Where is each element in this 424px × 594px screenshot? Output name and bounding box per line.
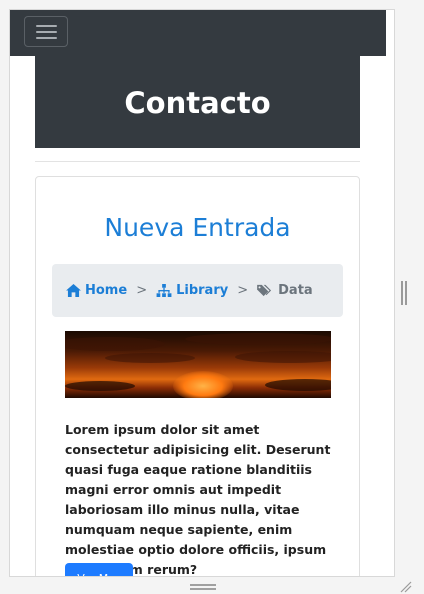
- breadcrumb: Home > Library > Data: [52, 264, 343, 317]
- navbar-toggler-button[interactable]: [24, 16, 68, 47]
- ver-mas-button[interactable]: Ver Mas: [65, 563, 133, 576]
- navbar: [10, 10, 386, 56]
- hamburger-icon: [36, 25, 57, 27]
- entry-card: Nueva Entrada Home > Library > Data Lore…: [35, 176, 360, 577]
- corner-resize-icon[interactable]: [399, 580, 413, 594]
- home-icon: [66, 284, 81, 297]
- breadcrumb-label: Library: [176, 283, 229, 298]
- breadcrumb-label: Data: [278, 283, 313, 298]
- bottom-resize-handle[interactable]: [190, 584, 216, 590]
- tags-icon: [257, 284, 272, 297]
- sunset-image: [65, 331, 331, 398]
- viewport-frame: Contacto Nueva Entrada Home > Library > …: [9, 9, 395, 577]
- hero-banner: Contacto: [35, 56, 360, 148]
- breadcrumb-item-data: Data: [257, 283, 313, 298]
- breadcrumb-label: Home: [85, 283, 128, 298]
- breadcrumb-item-library[interactable]: Library: [156, 283, 228, 298]
- breadcrumb-separator: >: [136, 283, 148, 298]
- breadcrumb-item-home[interactable]: Home: [66, 283, 127, 298]
- entry-text: Lorem ipsum dolor sit amet consectetur a…: [65, 422, 331, 577]
- divider: [35, 161, 360, 162]
- page-title: Contacto: [124, 86, 271, 120]
- breadcrumb-separator: >: [237, 283, 249, 298]
- hamburger-icon-bar: [36, 31, 57, 33]
- side-resize-handle[interactable]: [401, 281, 407, 305]
- card-title: Nueva Entrada: [104, 213, 291, 242]
- hamburger-icon-bar: [36, 37, 57, 39]
- sitemap-icon: [156, 284, 172, 297]
